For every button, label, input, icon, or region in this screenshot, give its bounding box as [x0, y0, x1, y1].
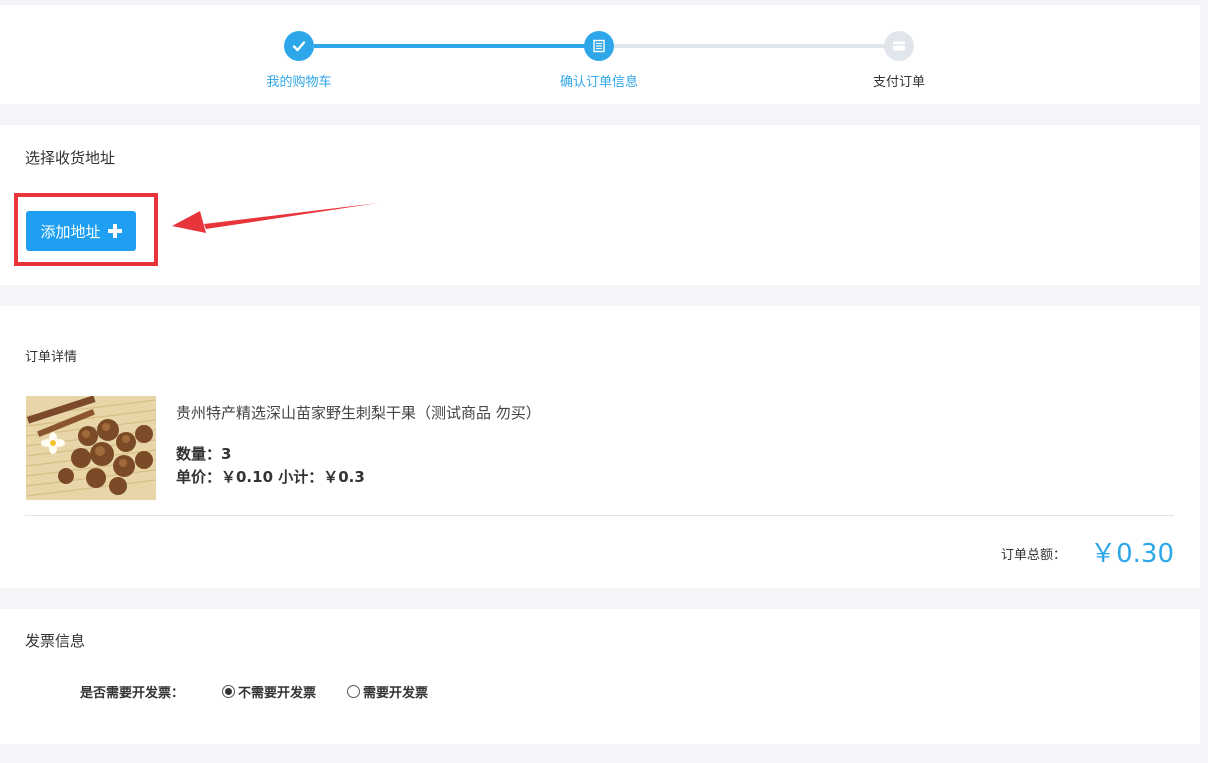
- plus-icon: [107, 224, 122, 238]
- card-icon: [893, 41, 905, 51]
- product-quantity: 数量：3: [176, 445, 232, 463]
- step-confirm-circle: [584, 31, 614, 61]
- invoice-section-title: 发票信息: [25, 632, 86, 650]
- product-image[interactable]: [26, 396, 156, 500]
- step-label-cart[interactable]: 我的购物车: [219, 71, 379, 90]
- address-section-title: 选择收货地址: [25, 149, 116, 167]
- order-detail-section: 订单详情 贵州特产精选深山苗家野生刺梨干果（测试商品 勿买） 数量：3 单价：￥…: [0, 306, 1200, 588]
- add-address-button[interactable]: 添加地址: [26, 211, 136, 251]
- step-line-pending: [614, 44, 886, 48]
- step-label-pay: 支付订单: [872, 75, 925, 90]
- radio-unselected[interactable]: [347, 685, 360, 698]
- invoice-option-no[interactable]: 不需要开发票: [222, 682, 316, 701]
- step-pay-circle: [884, 31, 914, 61]
- product-price: 单价：￥0.10 小计：￥0.3: [176, 468, 365, 486]
- invoice-section: 发票信息 是否需要开发票： 不需要开发票 需要开发票: [0, 609, 1200, 744]
- product-name[interactable]: 贵州特产精选深山苗家野生刺梨干果（测试商品 勿买）: [176, 402, 541, 423]
- step-cart-circle: [284, 31, 314, 61]
- invoice-question: 是否需要开发票：: [80, 686, 185, 701]
- order-divider: [25, 515, 1174, 516]
- order-total-label: 订单总额：: [1001, 548, 1067, 563]
- add-address-label: 添加地址: [40, 222, 101, 241]
- invoice-option-yes-label: 需要开发票: [363, 686, 429, 701]
- invoice-option-no-label: 不需要开发票: [238, 686, 317, 701]
- order-total-value: ￥0.30: [1090, 539, 1174, 569]
- step-label-confirm: 确认订单信息: [559, 75, 638, 90]
- invoice-option-yes[interactable]: 需要开发票: [347, 682, 428, 701]
- address-section: 选择收货地址 添加地址: [0, 125, 1200, 285]
- order-section-title: 订单详情: [25, 350, 78, 365]
- checkout-steps: 我的购物车 确认订单信息 支付订单: [0, 5, 1200, 104]
- radio-selected[interactable]: [222, 685, 235, 698]
- arrow-annotation: [172, 203, 378, 233]
- step-line-done: [314, 44, 586, 48]
- list-icon: [593, 39, 605, 53]
- check-icon: [292, 41, 306, 52]
